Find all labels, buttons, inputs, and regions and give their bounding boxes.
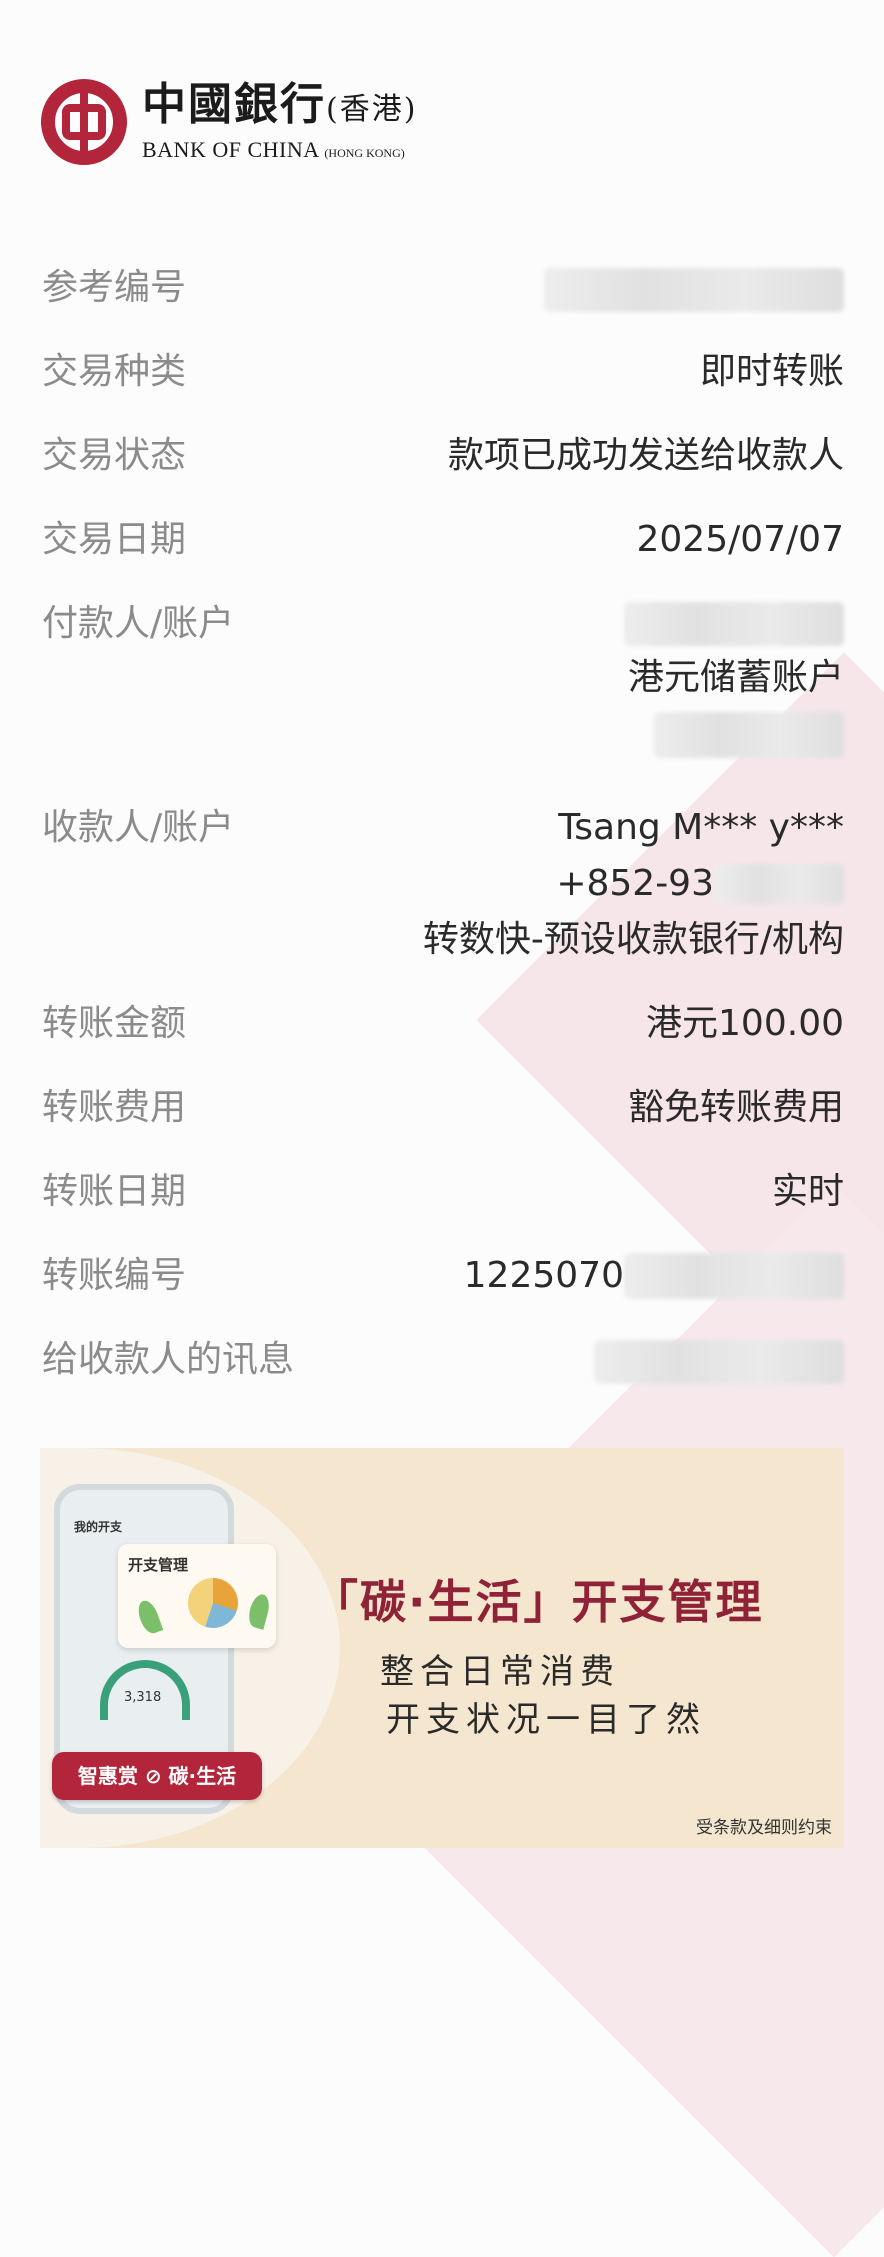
redacted-value [624,1253,844,1299]
detail-row-payee-account: 收款人/账户 Tsang M*** y*** +852-93 转数快-预设收款银… [42,800,844,968]
plant-icon [245,1592,273,1630]
detail-row-transfer-amount: 转账金额 港元100.00 [42,996,844,1052]
logo-english-name: BANK OF CHINA (HONG KONG) [142,137,405,162]
detail-value: 1225070 [464,1248,844,1304]
promo-badge: 智惠赏 ⊘ 碳·生活 [52,1752,262,1800]
detail-value: 港元100.00 [646,1003,844,1044]
detail-row-transfer-date: 转账日期 实时 [42,1164,844,1220]
detail-label: 转账日期 [42,1171,187,1212]
detail-row-transfer-number: 转账编号 1225070 [42,1248,844,1304]
banner-subtitle: 整合日常消费 [380,1652,620,1692]
phone-screen-title: 我的开支 [74,1520,123,1534]
detail-value: 即时转账 [699,351,844,392]
detail-row-message-to-payee: 给收款人的讯息 [42,1332,844,1388]
detail-label: 转账编号 [42,1255,187,1296]
terms-note: 受条款及细则约束 [696,1818,832,1838]
phone-screen-amount: 3,318 [124,1690,162,1705]
detail-label: 收款人/账户 [42,807,235,848]
detail-label: 转账费用 [42,1087,187,1128]
detail-label: 交易种类 [42,351,187,392]
detail-value: 款项已成功发送给收款人 [447,435,844,476]
detail-label: 付款人/账户 [42,603,235,644]
detail-row-transfer-fee: 转账费用 豁免转账费用 [42,1080,844,1136]
detail-value [594,1332,844,1384]
detail-row-transaction-date: 交易日期 2025/07/07 [42,512,844,568]
detail-row-transaction-type: 交易种类 即时转账 [42,344,844,400]
logo-chinese-name: 中國銀行(香港) [142,79,418,130]
boc-logo-icon [41,79,127,165]
promo-banner[interactable]: 我的开支 3,318 开支管理 智惠赏 ⊘ 碳·生活 「碳·生活」开支管理 整合… [40,1448,844,1848]
plant-icon [134,1597,164,1637]
detail-row-transaction-status: 交易状态 款项已成功发送给收款人 [42,428,844,484]
expense-card-illustration: 开支管理 [118,1544,276,1648]
bank-logo: 中國銀行(香港) BANK OF CHINA (HONG KONG) [40,78,417,166]
redacted-value [594,1340,844,1384]
detail-value: 豁免转账费用 [627,1087,844,1128]
redacted-value [544,268,844,312]
detail-value: Tsang M*** y*** +852-93 转数快-预设收款银行/机构 [422,807,844,960]
detail-value [544,260,844,312]
banner-subtitle: 开支状况一目了然 [386,1700,706,1740]
detail-value: 港元储蓄账户 [624,596,844,758]
detail-label: 交易状态 [42,435,187,476]
pie-chart-icon [188,1578,238,1628]
detail-value: 实时 [771,1171,844,1212]
detail-value: 2025/07/07 [636,519,845,560]
detail-label: 交易日期 [42,519,187,560]
detail-label: 参考编号 [42,267,187,308]
detail-label: 转账金额 [42,1003,187,1044]
banner-headline: 「碳·生活」开支管理 [312,1575,764,1629]
detail-row-payer-account: 付款人/账户 港元储蓄账户 [42,596,844,758]
transaction-details: 参考编号 交易种类 即时转账 交易状态 款项已成功发送给收款人 交易日期 202… [42,260,844,1416]
detail-row-reference-number: 参考编号 [42,260,844,316]
redacted-value [714,864,844,904]
card-title: 开支管理 [128,1556,189,1574]
redacted-value [654,712,844,758]
redacted-value [624,602,844,646]
detail-label: 给收款人的讯息 [42,1339,295,1380]
